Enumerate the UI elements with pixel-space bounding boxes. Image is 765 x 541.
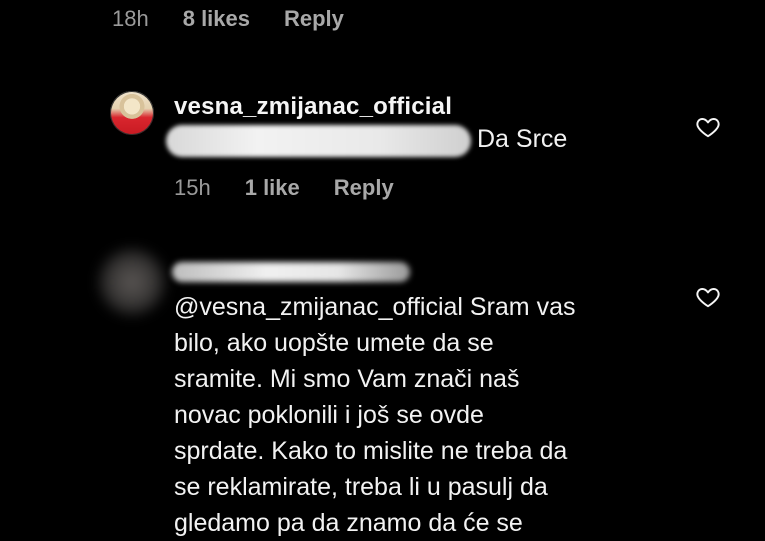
comment-meta-top: 18h 8 likes Reply xyxy=(112,6,378,32)
comment-line: se reklamirate, treba li u pasulj da xyxy=(174,473,548,501)
comment-line: @vesna_zmijanac_official Sram vas xyxy=(174,293,576,321)
comment-text: @vesna_zmijanac_official Sram vas bilo, … xyxy=(174,289,674,541)
comment-line: novac poklonili i još se ovde xyxy=(174,401,484,429)
avatar[interactable] xyxy=(110,91,154,135)
comment-likes[interactable]: 1 like xyxy=(245,175,300,201)
redacted-username xyxy=(172,262,410,282)
reply-button[interactable]: Reply xyxy=(334,175,394,201)
reply-button[interactable]: Reply xyxy=(284,6,344,32)
comment-text: Da Srce xyxy=(477,125,568,153)
comment-line: gledamo pa da znamo da će se xyxy=(174,509,523,537)
redacted-mention xyxy=(166,125,471,157)
heart-outline-icon[interactable] xyxy=(695,114,721,140)
comment-line: sramite. Mi smo Vam znači naš xyxy=(174,365,520,393)
comment-username[interactable]: vesna_zmijanac_official xyxy=(174,93,452,121)
comment-time: 18h xyxy=(112,6,149,31)
comment-time: 15h xyxy=(174,175,211,200)
comment-meta: 15h 1 like Reply xyxy=(174,175,428,201)
comment-line: bilo, ako uopšte umete da se xyxy=(174,329,494,357)
avatar[interactable] xyxy=(98,248,166,316)
comment-likes[interactable]: 8 likes xyxy=(183,6,250,32)
heart-outline-icon[interactable] xyxy=(695,284,721,310)
comment-line: sprdate. Kako to mislite ne treba da xyxy=(174,437,568,465)
